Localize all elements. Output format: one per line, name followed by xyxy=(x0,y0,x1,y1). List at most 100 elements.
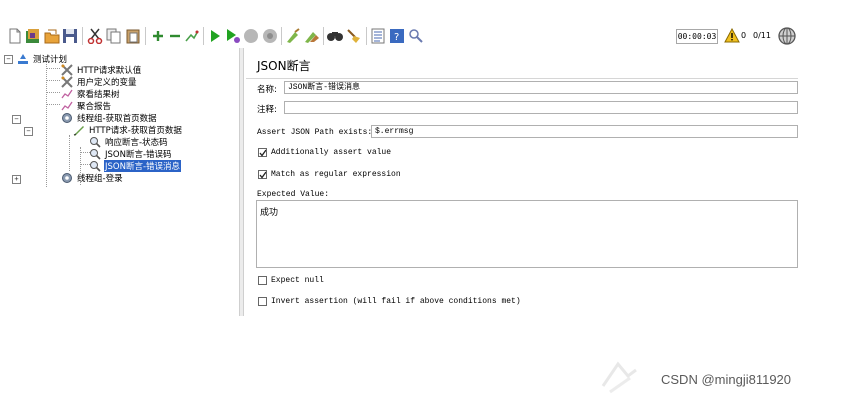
clear-icon[interactable] xyxy=(284,27,301,44)
warning-icon[interactable] xyxy=(723,27,740,44)
save-icon[interactable] xyxy=(61,27,78,44)
tree-item-label: 用户定义的变量 xyxy=(77,78,137,88)
tree-connector xyxy=(46,80,60,81)
test-plan-icon xyxy=(16,53,29,65)
expect-null-checkbox[interactable] xyxy=(258,276,267,285)
name-label: 名称: xyxy=(257,85,277,95)
tree-item-label: 线程组-获取首页数据 xyxy=(77,114,157,124)
invert-assertion-label: Invert assertion (will fail if above con… xyxy=(271,297,521,306)
expand-plus-icon[interactable] xyxy=(149,27,166,44)
watermark-logo-icon xyxy=(598,356,648,399)
toggle-icon[interactable] xyxy=(183,27,200,44)
svg-text:?: ? xyxy=(394,32,399,43)
invert-assertion-row[interactable]: Invert assertion (will fail if above con… xyxy=(258,297,521,306)
assertion-magnifier-icon xyxy=(88,148,101,160)
paste-icon[interactable] xyxy=(124,27,141,44)
templates-icon[interactable] xyxy=(24,27,41,44)
toolbar: ? 00:00:03 0 0/11 xyxy=(0,0,848,48)
expect-null-row[interactable]: Expect null xyxy=(258,276,324,285)
toolbar-separator xyxy=(145,27,146,45)
toolbar-separator xyxy=(82,27,83,45)
start-no-pause-icon[interactable] xyxy=(224,27,241,44)
additionally-assert-label: Additionally assert value xyxy=(271,148,392,157)
json-path-label: Assert JSON Path exists: xyxy=(257,128,373,137)
cut-icon[interactable] xyxy=(86,27,103,44)
tree-item-label: HTTP请求默认值 xyxy=(77,66,142,76)
tree-item-thread-group-login[interactable]: 线程组-登录 xyxy=(60,172,124,184)
config-wrench-icon xyxy=(60,76,73,88)
open-folder-icon[interactable] xyxy=(43,27,60,44)
tree-item-response-assertion[interactable]: 响应断言-状态码 xyxy=(88,136,169,148)
tree-item-label: 响应断言-状态码 xyxy=(105,138,168,148)
additionally-assert-row[interactable]: Additionally assert value xyxy=(258,148,391,157)
tree-item-http-request-home[interactable]: HTTP请求-获取首页数据 xyxy=(72,124,183,136)
title-divider xyxy=(246,78,798,79)
help-icon[interactable]: ? xyxy=(388,27,405,44)
new-file-icon[interactable] xyxy=(6,27,23,44)
json-assertion-panel: JSON断言 名称: JSON断言-错误消息 注释: Assert JSON P… xyxy=(246,51,798,313)
test-plan-tree: − − − + 测试计划 HTTP请求默认值 用户定义的变量 察看结果树 聚合报… xyxy=(4,51,239,313)
tree-item-http-defaults[interactable]: HTTP请求默认值 xyxy=(60,64,142,76)
watermark-text: CSDN @mingji811920 xyxy=(661,372,792,387)
tree-expand-toggle[interactable]: + xyxy=(12,175,21,184)
tree-item-label: JSON断言-错误码 xyxy=(105,150,172,160)
running-status-icon xyxy=(777,26,797,49)
tree-connector xyxy=(46,92,60,93)
toolbar-separator xyxy=(203,27,204,45)
start-icon[interactable] xyxy=(206,27,223,44)
search-binoculars-icon[interactable] xyxy=(326,27,343,44)
listener-graph-icon xyxy=(60,88,73,100)
toolbar-separator xyxy=(281,27,282,45)
tree-connector xyxy=(46,104,60,105)
tree-collapse-toggle[interactable]: − xyxy=(12,115,21,124)
tree-item-label: 线程组-登录 xyxy=(77,174,123,184)
sampler-pen-icon xyxy=(72,124,85,136)
tree-collapse-toggle[interactable]: − xyxy=(4,55,13,64)
tree-item-json-assertion-message[interactable]: JSON断言-错误消息 xyxy=(88,160,182,172)
function-helper-icon[interactable] xyxy=(369,27,386,44)
shutdown-icon[interactable] xyxy=(261,27,278,44)
config-wrench-icon xyxy=(60,64,73,76)
reset-search-broom-icon[interactable] xyxy=(345,27,362,44)
expected-value-textarea[interactable]: 成功 xyxy=(256,200,798,268)
expect-null-label: Expect null xyxy=(271,276,324,285)
assertion-magnifier-icon xyxy=(88,136,101,148)
copy-icon[interactable] xyxy=(105,27,122,44)
match-regex-checkbox[interactable] xyxy=(258,170,267,179)
tree-connector xyxy=(46,68,60,69)
tree-connector xyxy=(69,135,70,171)
comment-label: 注释: xyxy=(257,105,277,115)
warning-count: 0 xyxy=(741,31,747,40)
tree-item-label: 察看结果树 xyxy=(77,90,120,100)
tree-item-thread-group-home[interactable]: 线程组-获取首页数据 xyxy=(60,112,158,124)
json-path-field[interactable]: $.errmsg xyxy=(371,125,798,138)
assertion-magnifier-icon xyxy=(88,160,101,172)
split-pane-divider[interactable] xyxy=(239,48,244,316)
collapse-minus-icon[interactable] xyxy=(166,27,183,44)
tree-item-label: HTTP请求-获取首页数据 xyxy=(89,126,182,136)
elapsed-timer: 00:00:03 xyxy=(676,29,718,44)
tree-item-results-tree[interactable]: 察看结果树 xyxy=(60,88,121,100)
tree-item-label: JSON断言-错误消息 xyxy=(104,160,182,172)
tree-collapse-toggle[interactable]: − xyxy=(24,127,33,136)
page-title: JSON断言 xyxy=(257,59,311,73)
invert-assertion-checkbox[interactable] xyxy=(258,297,267,306)
stop-icon[interactable] xyxy=(242,27,259,44)
listener-graph-icon xyxy=(60,100,73,112)
clear-all-icon[interactable] xyxy=(303,27,320,44)
tree-item-aggregate-report[interactable]: 聚合报告 xyxy=(60,100,112,112)
expected-value-label: Expected Value: xyxy=(257,190,330,199)
comment-field[interactable] xyxy=(284,101,798,114)
thread-group-gear-icon xyxy=(60,112,73,124)
additionally-assert-checkbox[interactable] xyxy=(258,148,267,157)
toolbar-separator xyxy=(323,27,324,45)
thread-group-gear-icon xyxy=(60,172,73,184)
tree-item-label: 聚合报告 xyxy=(77,102,112,112)
remote-icon[interactable] xyxy=(407,27,424,44)
match-regex-row[interactable]: Match as regular expression xyxy=(258,170,401,179)
tree-item-user-variables[interactable]: 用户定义的变量 xyxy=(60,76,138,88)
active-thread-count: 0/11 xyxy=(753,31,771,40)
match-regex-label: Match as regular expression xyxy=(271,170,401,179)
tree-item-json-assertion-code[interactable]: JSON断言-错误码 xyxy=(88,148,173,160)
name-field[interactable]: JSON断言-错误消息 xyxy=(284,81,798,94)
